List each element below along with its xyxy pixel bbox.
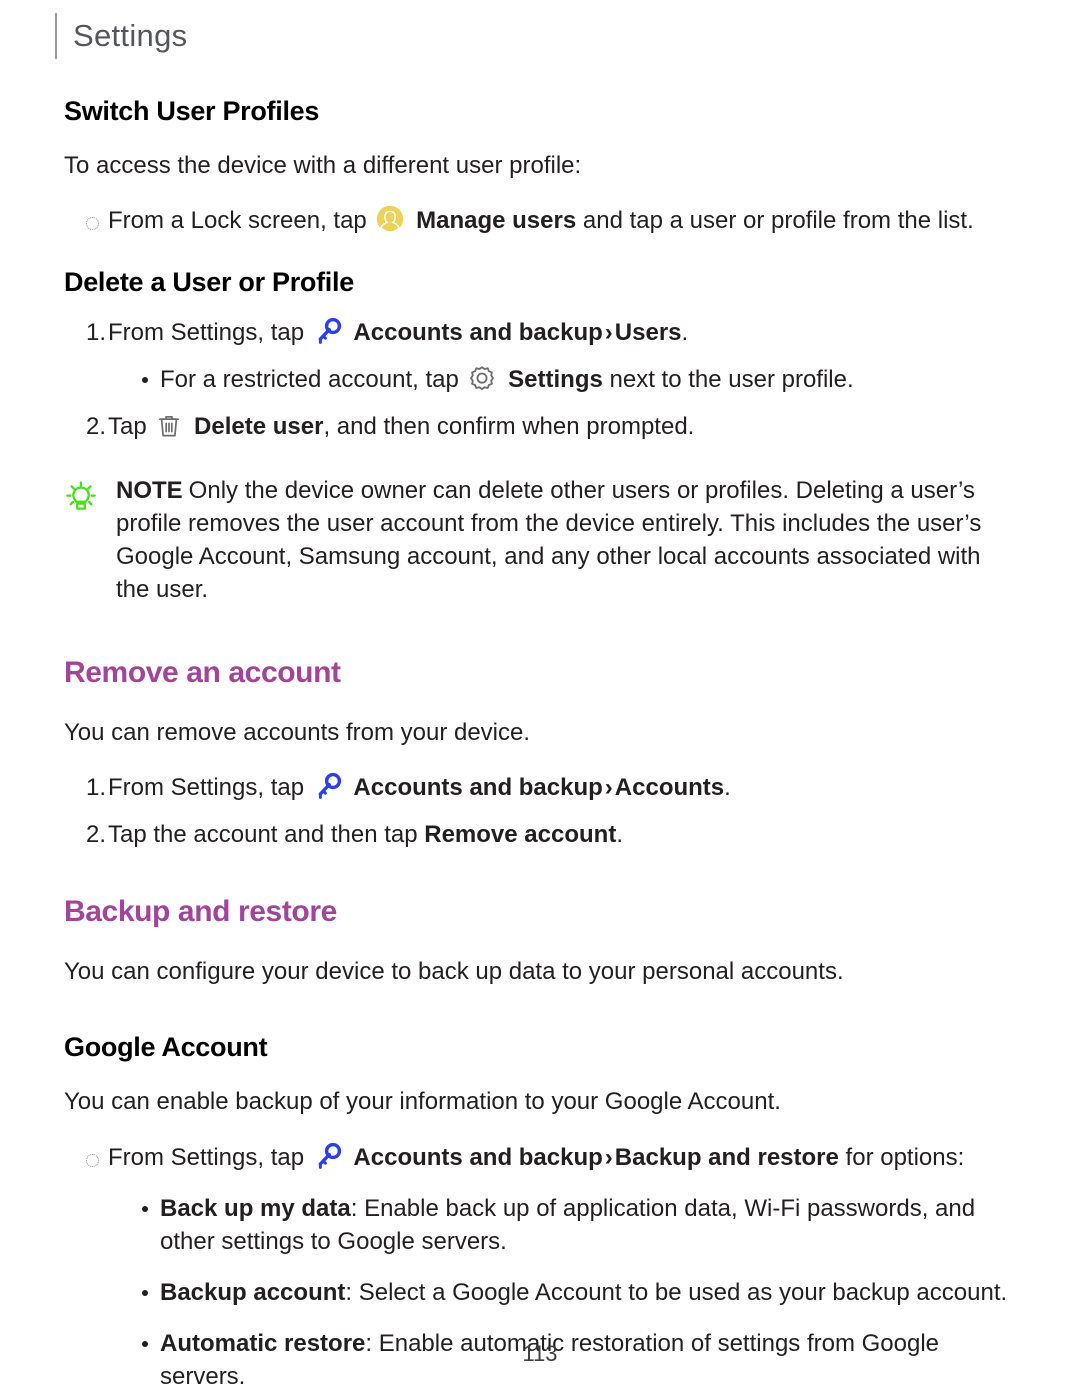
step-bold-remove-account: Remove account (424, 821, 617, 849)
step-bold-accounts-and-backup: Accounts and backup (353, 774, 603, 802)
list-item: Back up my data: Enable back up of appli… (130, 1192, 1016, 1258)
step-text-remove-account: Tap the account and then tap Remove acco… (108, 818, 1016, 851)
hollow-bullet-icon (64, 1141, 108, 1167)
list-item: 2. Tap Delete user, and then confirm whe… (64, 410, 1016, 443)
list-item: 2. Tap the account and then tap Remove a… (64, 818, 1016, 851)
heading-backup-and-restore: Backup and restore (64, 895, 337, 929)
gear-icon (468, 364, 496, 392)
option-backup-account: Backup account: Select a Google Account … (160, 1276, 1016, 1309)
bullet-text-before: From Settings, tap (108, 1143, 305, 1171)
dot-bullet-icon (130, 1192, 160, 1212)
list-number: 2. (86, 413, 107, 441)
intro-google-account: You can enable backup of your informatio… (64, 1088, 781, 1116)
step-text-before: Tap (108, 413, 147, 441)
step-bold-delete-user: Delete user (194, 413, 324, 441)
bullet-text-backup-restore: From Settings, tap Accounts and backup›B… (108, 1141, 1016, 1174)
list-item: From a Lock screen, tap Manage users and… (64, 204, 1016, 237)
key-icon (314, 1142, 342, 1170)
bullet-bold-manage-users: Manage users (416, 207, 577, 235)
header-title: Settings (73, 18, 188, 53)
note-body: NOTE Only the device owner can delete oth… (116, 474, 1016, 606)
step-text-after: . (681, 319, 689, 347)
running-header: Settings (55, 12, 187, 60)
heading-delete-user-or-profile: Delete a User or Profile (64, 267, 354, 298)
substep-text-restricted-account: For a restricted account, tap Settings n… (160, 363, 1016, 396)
step-bold-accounts: Accounts (614, 774, 725, 802)
dot-bullet-icon (130, 363, 160, 384)
substep-text-before: For a restricted account, tap (160, 366, 459, 394)
dot-bullet-icon (130, 1276, 160, 1296)
heading-google-account: Google Account (64, 1032, 268, 1063)
substep-bold-settings: Settings (508, 366, 603, 394)
list-item: For a restricted account, tap Settings n… (130, 363, 1016, 396)
step-bold-accounts-and-backup: Accounts and backup (353, 319, 603, 347)
note-label: NOTE (116, 476, 183, 504)
option-description: : Select a Google Account to be used as … (345, 1278, 1008, 1306)
step-bold-users: Users (614, 319, 682, 347)
trash-icon (156, 413, 182, 439)
step-text-accounts: From Settings, tap Accounts and backup›A… (108, 771, 1016, 804)
bullet-bold-accounts-and-backup: Accounts and backup (353, 1143, 603, 1171)
intro-switch-user-profiles: To access the device with a different us… (64, 152, 582, 179)
hollow-bullet-icon (64, 204, 108, 231)
option-back-up-my-data: Back up my data: Enable back up of appli… (160, 1192, 1016, 1258)
step-text-after: . (616, 821, 623, 849)
intro-backup-and-restore: You can configure your device to back up… (64, 958, 844, 986)
step-text-before: From Settings, tap (108, 319, 305, 347)
intro-remove-an-account: You can remove accounts from your device… (64, 718, 531, 746)
step-text-after: , and then confirm when prompted. (323, 413, 695, 441)
note-text: Only the device owner can delete other u… (116, 476, 982, 603)
step-text-after: . (724, 774, 731, 802)
step-text-accounts-users: From Settings, tap Accounts and backup›U… (108, 316, 1016, 349)
key-icon (314, 772, 342, 800)
key-icon (314, 317, 342, 345)
chevron-separator: › (604, 1143, 613, 1171)
document-page: Settings Switch User Profiles To access … (0, 0, 1080, 1397)
option-bold-label: Back up my data (160, 1194, 351, 1222)
lightbulb-icon (64, 474, 116, 519)
list-item: Backup account: Select a Google Account … (130, 1276, 1016, 1309)
list-item: 1. From Settings, tap Accounts and backu… (64, 316, 1016, 349)
header-divider (55, 13, 57, 59)
step-text-delete-user: Tap Delete user, and then confirm when p… (108, 410, 1016, 443)
list-item: 1. From Settings, tap Accounts and backu… (64, 771, 1016, 804)
chevron-separator: › (604, 774, 613, 802)
bullet-text-after: for options: (845, 1143, 965, 1171)
list-number: 2. (86, 821, 107, 849)
chevron-separator: › (604, 319, 613, 347)
substep-text-after: next to the user profile. (609, 366, 854, 394)
bullet-text-after: and tap a user or profile from the list. (582, 207, 974, 235)
note-callout: NOTE Only the device owner can delete oth… (64, 474, 1016, 606)
heading-switch-user-profiles: Switch User Profiles (64, 96, 320, 126)
option-bold-label: Backup account (160, 1278, 346, 1306)
list-item: From Settings, tap Accounts and backup›B… (64, 1141, 1016, 1174)
page-content: Switch User Profiles To access the devic… (64, 96, 1016, 1393)
bullet-text-manage-users: From a Lock screen, tap Manage users and… (108, 204, 1016, 237)
step-text-before: Tap the account and then tap (108, 821, 418, 849)
list-number: 1. (86, 774, 107, 802)
page-number: 113 (522, 1341, 558, 1366)
heading-remove-an-account: Remove an account (64, 655, 341, 689)
step-text-before: From Settings, tap (108, 774, 305, 802)
bullet-bold-backup-and-restore: Backup and restore (614, 1143, 839, 1171)
list-number: 1. (86, 319, 107, 347)
bullet-text-before: From a Lock screen, tap (108, 207, 367, 235)
manage-users-icon (376, 205, 404, 233)
